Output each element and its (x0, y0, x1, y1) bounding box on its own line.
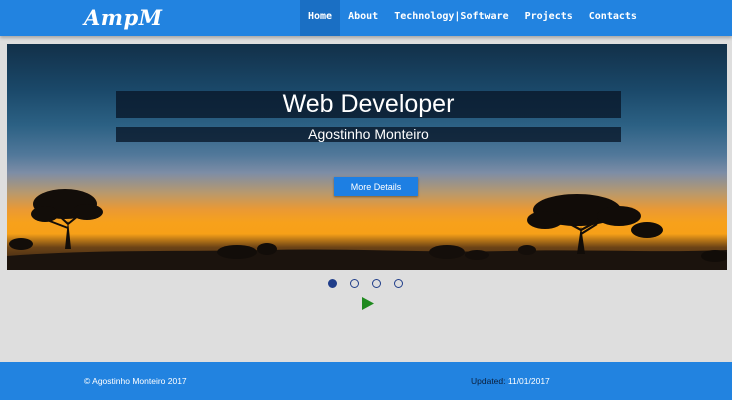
nav-item-projects[interactable]: Projects (517, 0, 581, 36)
carousel-dot-1[interactable] (328, 279, 337, 288)
carousel-dot-2[interactable] (350, 279, 359, 288)
nav-item-technology-software[interactable]: Technology|Software (386, 0, 516, 36)
hero-slide: Web Developer Agostinho Monteiro More De… (7, 44, 727, 270)
updated-label: Updated: (471, 376, 506, 386)
carousel-indicators (328, 279, 403, 291)
hero-title-band: Web Developer (116, 91, 621, 118)
updated-date: 11/01/2017 (507, 376, 550, 386)
updated-info: Updated: 11/01/2017 (471, 376, 550, 386)
copyright-text: © Agostinho Monteiro 2017 (84, 376, 187, 386)
nav-menu: Home About Technology|Software Projects … (300, 0, 645, 36)
nav-item-about[interactable]: About (340, 0, 386, 36)
sunset-savanna-image (7, 189, 727, 270)
nav-item-contacts[interactable]: Contacts (581, 0, 645, 36)
navbar: AmpM Home About Technology|Software Proj… (0, 0, 732, 36)
hero-title: Web Developer (282, 90, 455, 118)
brand-logo[interactable]: AmpM (84, 5, 162, 30)
play-icon[interactable] (361, 296, 375, 311)
hero-subtitle: Agostinho Monteiro (308, 126, 429, 142)
hero-subtitle-band: Agostinho Monteiro (116, 127, 621, 142)
more-details-button[interactable]: More Details (334, 177, 418, 196)
carousel-dot-4[interactable] (394, 279, 403, 288)
footer: © Agostinho Monteiro 2017 Updated: 11/01… (0, 362, 732, 400)
nav-item-home[interactable]: Home (300, 0, 341, 36)
carousel-dot-3[interactable] (372, 279, 381, 288)
